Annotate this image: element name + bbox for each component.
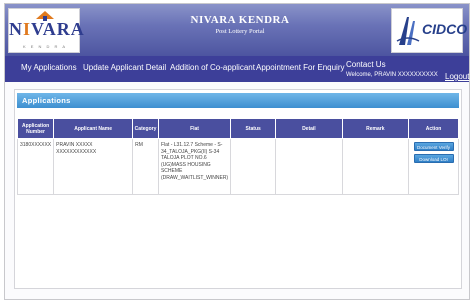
nav-contact-us[interactable]: Contact Us xyxy=(346,60,386,69)
table-row: 3180XXXXXX PRAVIN XXXXX XXXXXXXXXXXX RM … xyxy=(16,138,459,195)
nivara-logo[interactable]: NIVARA K E N D R A xyxy=(8,8,85,53)
col-applicant-name: Applicant Name xyxy=(53,118,134,139)
col-status: Status xyxy=(230,118,277,139)
col-flat: Flat xyxy=(157,118,232,139)
cell-action: Document Verify Download LOI xyxy=(408,138,459,195)
site-header: NIVARA K E N D R A NIVARA KENDRA Post Lo… xyxy=(5,4,469,56)
main-nav: My Applications Update Applicant Detail … xyxy=(5,56,469,82)
cidco-logo[interactable]: CIDCO xyxy=(391,8,467,53)
nivara-wordmark: NIVARA xyxy=(9,19,85,39)
cell-status xyxy=(230,138,277,195)
nav-addition-of-co-applicant[interactable]: Addition of Co-applicant xyxy=(170,63,255,72)
portal-title-block: NIVARA KENDRA Post Lottery Portal xyxy=(155,14,325,35)
cell-detail xyxy=(275,138,343,195)
document-verify-button[interactable]: Document Verify xyxy=(413,142,454,151)
cidco-emblem-icon xyxy=(396,17,420,45)
applications-table: Application Number Applicant Name Catego… xyxy=(16,118,459,195)
cell-flat: Flat - L31.12.7 Scheme - S-34_TALOJA_PKG… xyxy=(157,138,232,195)
page-title: NIVARA KENDRA xyxy=(190,14,290,26)
nav-update-applicant-detail[interactable]: Update Applicant Detail xyxy=(83,63,166,72)
col-detail: Detail xyxy=(275,118,343,139)
col-action: Action xyxy=(408,118,459,139)
nav-appointment-for-enquiry[interactable]: Appointment For Enquiry xyxy=(256,63,345,72)
col-application-number: Application Number xyxy=(16,118,55,139)
col-category: Category xyxy=(132,118,159,139)
cell-category: RM xyxy=(132,138,159,195)
page-subtitle: Post Lottery Portal xyxy=(215,28,265,35)
welcome-text: Welcome, PRAVIN XXXXXXXXXX xyxy=(346,72,438,78)
page-frame: NIVARA K E N D R A NIVARA KENDRA Post Lo… xyxy=(4,3,470,300)
logout-link[interactable]: Logout xyxy=(445,72,469,81)
nivara-logo-sub: K E N D R A xyxy=(22,44,67,49)
col-remark: Remark xyxy=(341,118,410,139)
cidco-wordmark: CIDCO xyxy=(422,21,468,37)
applications-panel: Applications Application Number Applican… xyxy=(14,89,462,289)
download-loi-button[interactable]: Download LOI xyxy=(413,154,454,163)
cell-remark xyxy=(341,138,410,195)
panel-title: Applications xyxy=(17,93,459,108)
nav-my-applications[interactable]: My Applications xyxy=(21,63,77,72)
cell-application-number: 3180XXXXXX xyxy=(16,138,55,195)
table-header-row: Application Number Applicant Name Catego… xyxy=(16,118,459,139)
cell-applicant-name: PRAVIN XXXXX XXXXXXXXXXXX xyxy=(53,138,134,195)
